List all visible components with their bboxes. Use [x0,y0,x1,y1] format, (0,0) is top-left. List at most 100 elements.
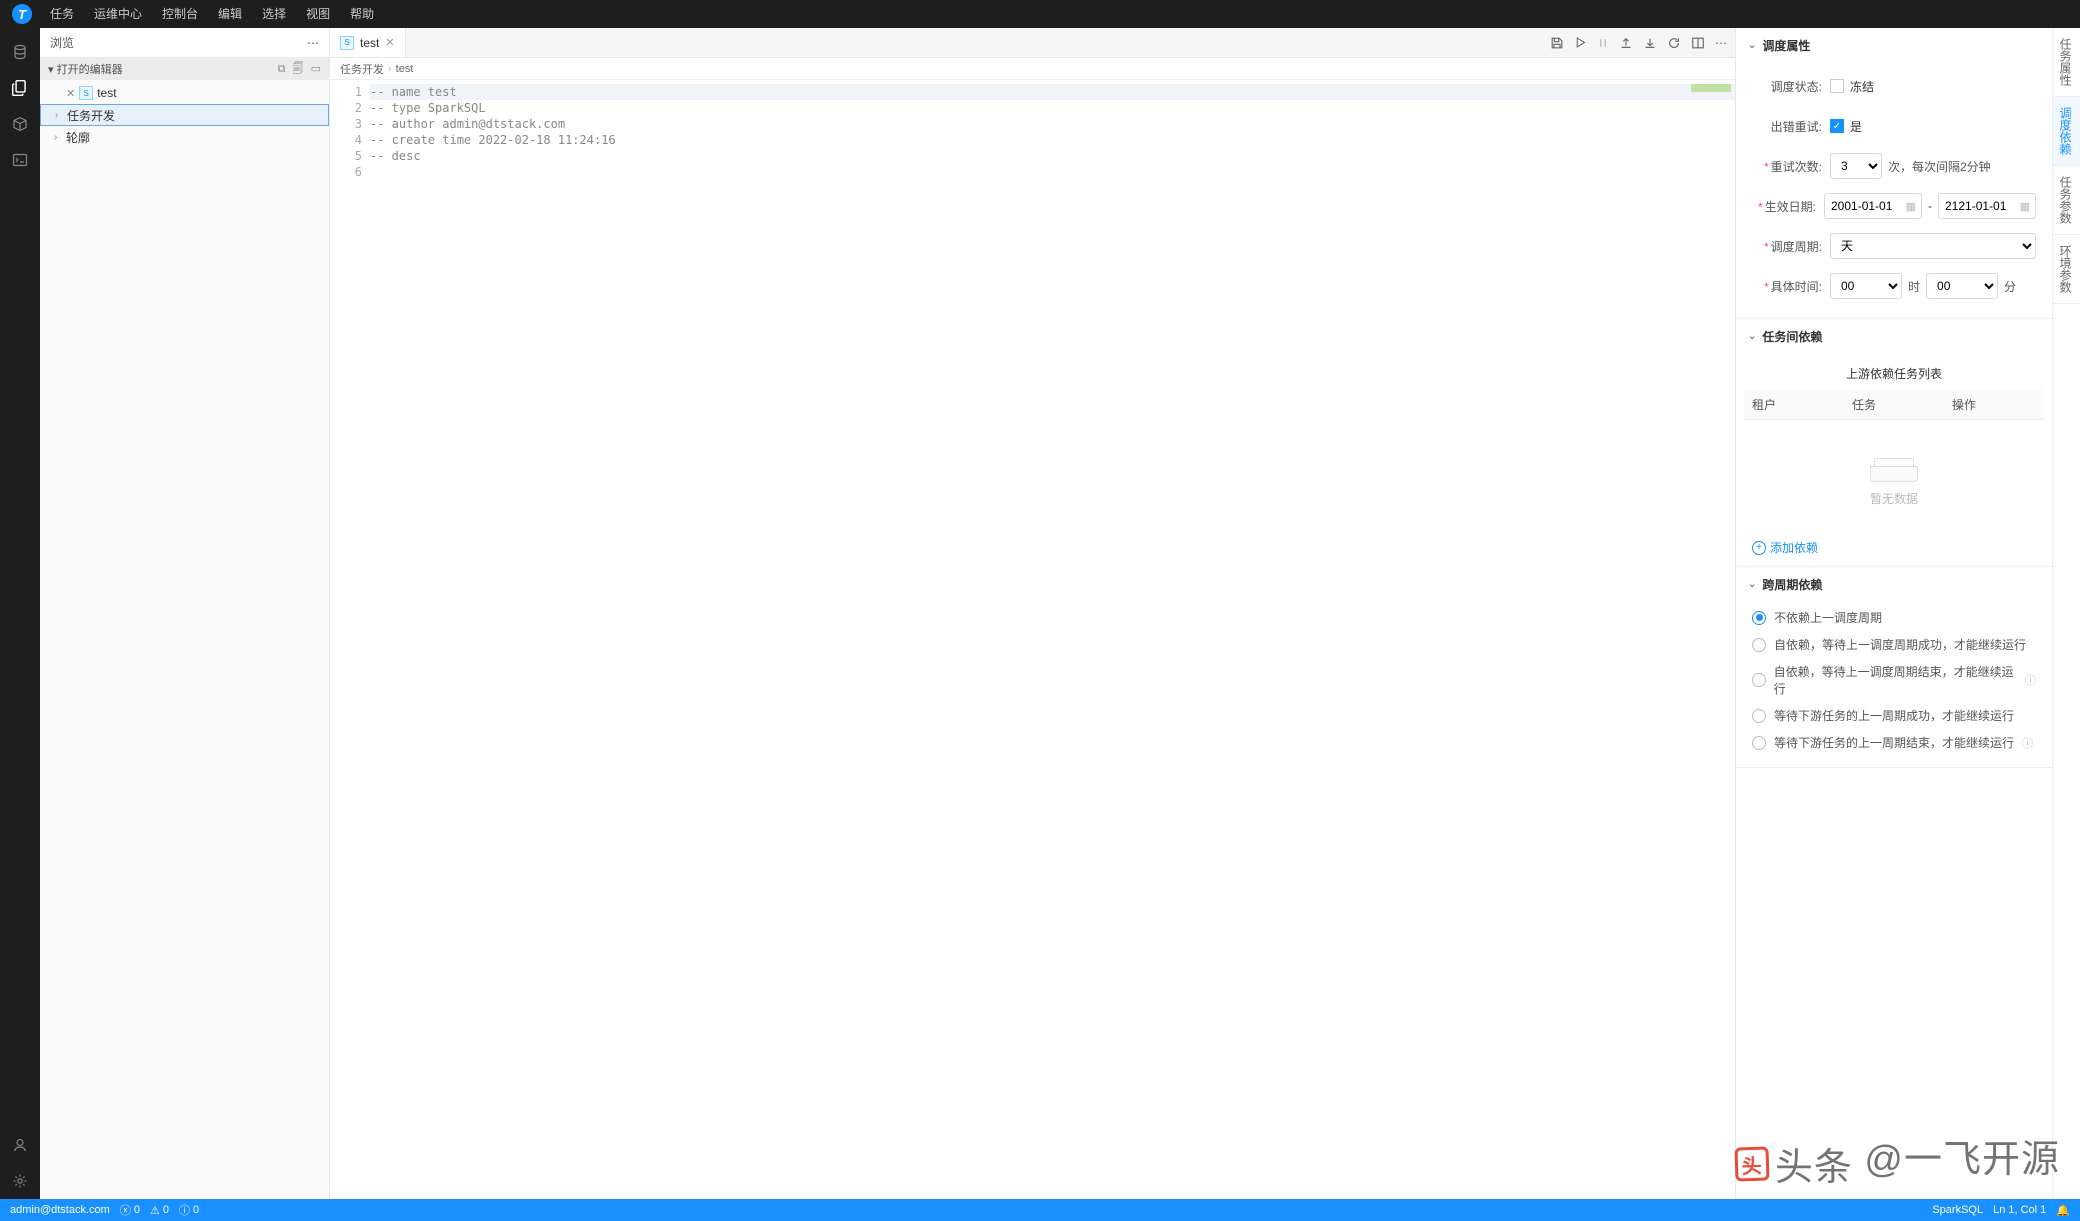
tab-test[interactable]: S test ✕ [330,28,406,57]
status-checkbox[interactable] [1830,79,1844,93]
pause-icon[interactable] [1597,37,1609,49]
menu-item[interactable]: 编辑 [208,7,252,21]
activity-terminal-icon[interactable] [4,144,36,176]
retry-label: 出错重试: [1752,118,1822,135]
status-user[interactable]: admin@dtstack.com [10,1204,110,1216]
retry-count-label: 重试次数: [1771,160,1822,174]
retry-checkbox[interactable]: ✓ [1830,119,1844,133]
code-editor[interactable]: 123456 -- name test-- type SparkSQL-- au… [330,80,1735,1199]
status-label: 调度状态: [1752,78,1822,95]
explorer-title-bar: 浏览 ⋯ [40,28,329,58]
tree-folder-item[interactable]: ›轮廓 [40,126,329,148]
deps-subtitle: 上游依赖任务列表 [1744,357,2044,390]
sql-file-icon: S [340,36,354,50]
code-line: -- create time 2022-02-18 11:24:16 [370,132,1735,148]
new-file-icon[interactable]: ⧉ [278,63,286,75]
cycle-select[interactable]: 天 [1830,233,2036,259]
right-side-tab[interactable]: 任务参数 [2053,166,2080,235]
menu-item[interactable]: 控制台 [152,7,208,21]
col-action: 操作 [1944,390,2044,420]
menu-item[interactable]: 选择 [252,7,296,21]
add-dep-link[interactable]: + 添加依赖 [1736,529,2052,566]
plus-icon: + [1752,541,1766,555]
breadcrumb-root[interactable]: 任务开发 [340,61,384,77]
status-info[interactable]: ⓘ 0 [179,1202,199,1218]
close-icon[interactable]: ✕ [385,36,394,49]
cross-dep-option[interactable]: 不依赖上一调度周期 [1752,609,2036,626]
save-icon[interactable] [1550,36,1564,50]
editor-area: S test ✕ ⋯ 任务开发 › t [330,28,1735,1199]
minute-select[interactable]: 00 [1926,273,1998,299]
cross-dep-option[interactable]: 等待下游任务的上一周期成功，才能继续运行 [1752,707,2036,724]
editor-action-bar: ⋯ [1542,28,1735,57]
schedule-props-header[interactable]: ⌄调度属性 [1736,28,2052,62]
date-to-input[interactable] [1938,193,2036,219]
activity-user-icon[interactable] [4,1129,36,1161]
cross-dep-option[interactable]: 自依赖，等待上一调度周期成功，才能继续运行 [1752,636,2036,653]
retry-text: 是 [1850,118,1862,135]
save-all-icon[interactable]: 🗐 [293,63,304,75]
right-side-tab[interactable]: 任务属性 [2053,28,2080,97]
upload-icon[interactable] [1619,36,1633,50]
radio-icon [1752,709,1766,723]
app-logo: T [12,4,32,24]
deps-empty: 暂无数据 [1744,420,2044,517]
explorer-title: 浏览 [50,34,74,51]
task-deps-header[interactable]: ⌄任务间依赖 [1736,319,2052,353]
activity-database-icon[interactable] [4,36,36,68]
status-text: 冻结 [1850,78,1874,95]
code-line: -- desc [370,148,1735,164]
right-side-tab[interactable]: 调度依赖 [2053,97,2080,166]
split-icon[interactable] [1691,36,1705,50]
cross-deps-header[interactable]: ⌄跨周期依赖 [1736,567,2052,601]
menubar: T 任务运维中心控制台编辑选择视图帮助 [0,0,2080,28]
menu-item[interactable]: 视图 [296,7,340,21]
code-content[interactable]: -- name test-- type SparkSQL-- author ad… [370,80,1735,1199]
radio-icon [1752,638,1766,652]
activity-bar [0,28,40,1199]
collapse-icon[interactable]: ▭ [311,63,321,75]
help-icon[interactable]: ⓘ [2025,672,2036,688]
menu-item[interactable]: 帮助 [340,7,384,21]
activity-box-icon[interactable] [4,108,36,140]
explorer-more-icon[interactable]: ⋯ [307,36,319,50]
menu-item[interactable]: 任务 [40,7,84,21]
code-line [370,164,1735,180]
right-side-tab[interactable]: 环境参数 [2053,235,2080,304]
run-icon[interactable] [1574,36,1587,49]
status-bell-icon[interactable]: 🔔 [2056,1204,2070,1217]
status-errors[interactable]: ⓧ 0 [120,1202,140,1218]
cross-dep-option[interactable]: 等待下游任务的上一周期结束，才能继续运行 ⓘ [1752,734,2036,751]
open-editors-header[interactable]: ▾ 打开的编辑器 ⧉ 🗐 ▭ [40,58,329,80]
empty-inbox-icon [1870,450,1918,482]
menu-item[interactable]: 运维中心 [84,7,152,21]
more-icon[interactable]: ⋯ [1715,36,1727,50]
status-lang[interactable]: SparkSQL [1932,1204,1983,1216]
minimap[interactable] [1691,84,1731,92]
status-warnings[interactable]: ⚠ 0 [150,1204,169,1217]
download-icon[interactable] [1643,36,1657,50]
status-position[interactable]: Ln 1, Col 1 [1993,1204,2046,1216]
deps-table: 租户 任务 操作 [1744,390,2044,420]
activity-files-icon[interactable] [4,72,36,104]
col-task: 任务 [1844,390,1944,420]
close-icon[interactable]: ✕ [66,87,75,100]
right-panel-tabs: 任务属性调度依赖任务参数环境参数 [2052,28,2080,1199]
code-line: -- type SparkSQL [370,100,1735,116]
tree-folder-item[interactable]: ›任务开发 [40,104,329,126]
breadcrumb-leaf[interactable]: test [396,63,414,75]
time-label: 具体时间: [1771,280,1822,294]
cross-dep-option[interactable]: 自依赖，等待上一调度周期结束，才能继续运行 ⓘ [1752,663,2036,697]
radio-icon [1752,673,1766,687]
date-from-input[interactable] [1824,193,1922,219]
code-line: -- author admin@dtstack.com [370,116,1735,132]
refresh-icon[interactable] [1667,36,1681,50]
tree-file-item[interactable]: ✕Stest [40,82,329,104]
effective-label: 生效日期: [1765,200,1816,214]
hour-select[interactable]: 00 [1830,273,1902,299]
retry-count-select[interactable]: 3 [1830,153,1882,179]
help-icon[interactable]: ⓘ [2022,735,2033,751]
activity-settings-icon[interactable] [4,1165,36,1197]
retry-suffix: 次，每次间隔2分钟 [1888,158,1991,175]
radio-icon [1752,736,1766,750]
